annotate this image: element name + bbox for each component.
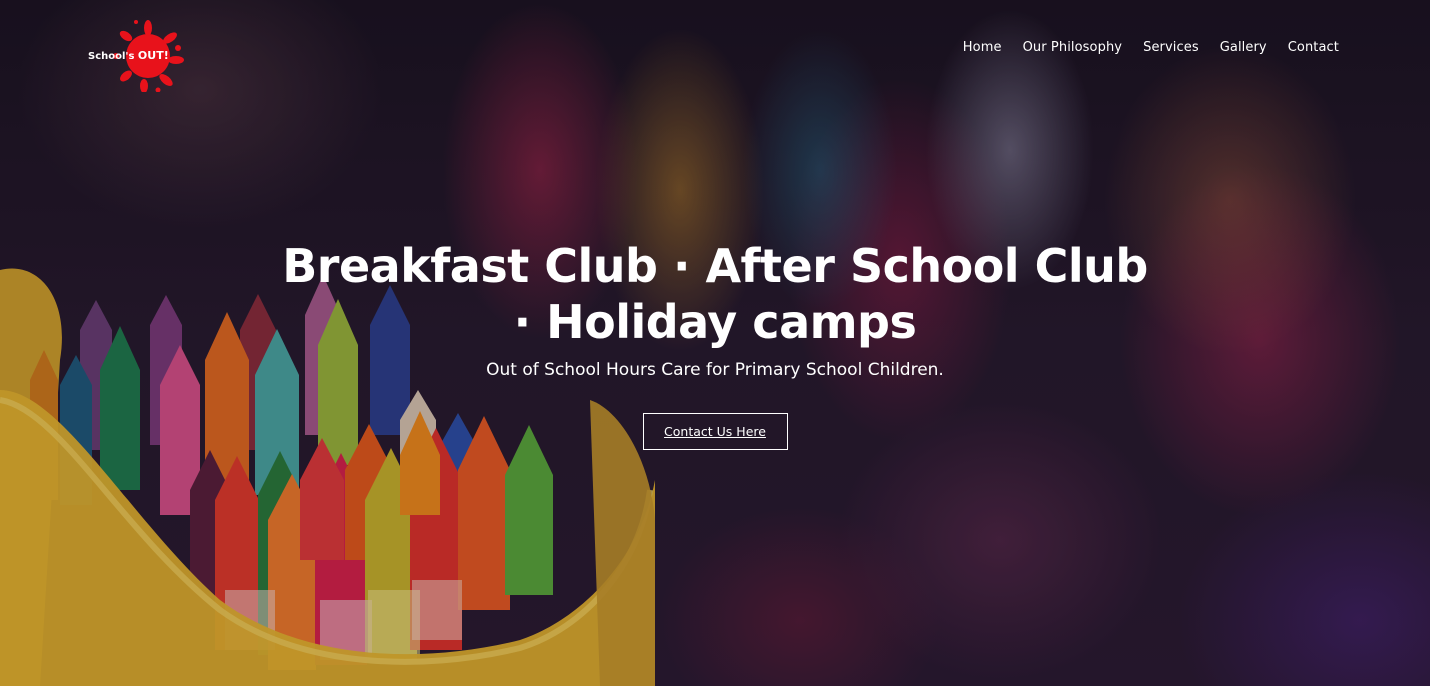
- contact-us-button[interactable]: Contact Us Here: [642, 413, 788, 450]
- hero-content: Breakfast Club · After School Club · Hol…: [0, 238, 1430, 450]
- nav-item-gallery[interactable]: Gallery: [1220, 40, 1267, 55]
- hero-headline: Breakfast Club · After School Club · Hol…: [0, 238, 1430, 350]
- logo[interactable]: School's OUT!: [86, 20, 190, 92]
- hero-subheading: Out of School Hours Care for Primary Sch…: [486, 360, 944, 380]
- site-header: School's OUT! Home Our Philosophy Servic…: [0, 0, 1430, 100]
- hero-headline-line-2: · Holiday camps: [513, 295, 917, 349]
- logo-text-out: OUT!: [137, 49, 169, 62]
- logo-text-prefix: School's: [88, 51, 138, 62]
- nav-item-our-philosophy[interactable]: Our Philosophy: [1023, 40, 1123, 55]
- nav-item-contact[interactable]: Contact: [1288, 40, 1339, 55]
- main-nav: Home Our Philosophy Services Gallery Con…: [963, 40, 1339, 55]
- nav-item-services[interactable]: Services: [1143, 40, 1199, 55]
- hero-headline-line-1: Breakfast Club · After School Club: [282, 239, 1148, 293]
- logo-text: School's OUT!: [88, 49, 169, 62]
- nav-item-home[interactable]: Home: [963, 40, 1002, 55]
